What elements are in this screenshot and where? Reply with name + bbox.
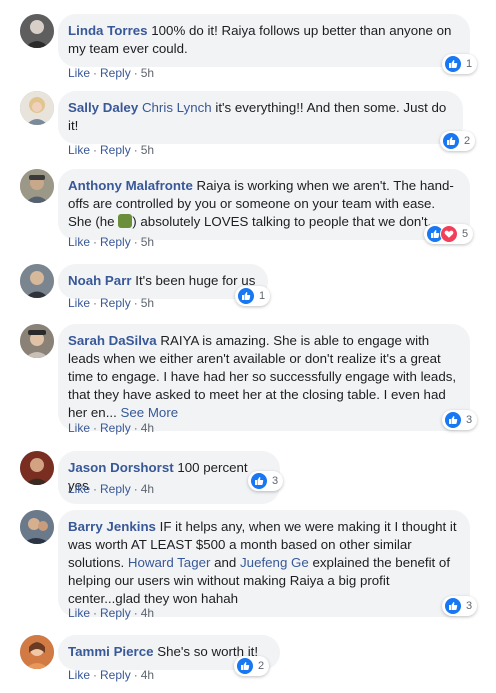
- reaction-summary[interactable]: 3: [442, 596, 478, 616]
- like-link[interactable]: Like: [68, 668, 90, 682]
- reaction-count: 1: [466, 58, 473, 70]
- reply-link[interactable]: Reply: [100, 482, 131, 496]
- avatar[interactable]: [20, 451, 54, 485]
- comment-bubble: Linda Torres 100% do it! Raiya follows u…: [58, 14, 470, 67]
- comment-actions: Like · Reply · 5h: [68, 235, 155, 249]
- like-link[interactable]: Like: [68, 606, 90, 620]
- reaction-count: 1: [259, 290, 266, 302]
- reply-link[interactable]: Reply: [100, 668, 131, 682]
- reaction-count: 5: [462, 228, 469, 240]
- avatar[interactable]: [20, 635, 54, 669]
- avatar[interactable]: [20, 324, 54, 358]
- see-more-link[interactable]: See More: [121, 405, 179, 420]
- tagged-user[interactable]: Juefeng Ge: [240, 555, 309, 570]
- like-link[interactable]: Like: [68, 296, 90, 310]
- avatar[interactable]: [20, 510, 54, 544]
- like-link[interactable]: Like: [68, 421, 90, 435]
- reply-link[interactable]: Reply: [100, 66, 131, 80]
- reply-link[interactable]: Reply: [100, 143, 131, 157]
- commenter-name[interactable]: Sarah DaSilva: [68, 333, 157, 348]
- tagged-user[interactable]: Howard Tager: [128, 555, 211, 570]
- timestamp[interactable]: 4h: [141, 482, 154, 496]
- thumbs-up-icon: [237, 287, 255, 305]
- avatar[interactable]: [20, 169, 54, 203]
- comment-actions: Like · Reply · 4h: [68, 606, 155, 620]
- comment-text-continued: ) absolutely LOVES talking to people tha…: [132, 214, 432, 229]
- thumbs-up-icon: [250, 472, 268, 490]
- comment-actions: Like · Reply · 4h: [68, 668, 155, 682]
- reply-link[interactable]: Reply: [100, 606, 131, 620]
- reaction-count: 2: [258, 660, 265, 672]
- like-link[interactable]: Like: [68, 143, 90, 157]
- comment-bubble: Sarah DaSilva RAIYA is amazing. She is a…: [58, 324, 470, 431]
- reply-link[interactable]: Reply: [100, 235, 131, 249]
- reaction-summary[interactable]: 1: [235, 286, 271, 306]
- comment-bubble: Anthony Malafronte Raiya is working when…: [58, 169, 470, 240]
- thumbs-up-icon: [444, 55, 462, 73]
- reaction-count: 3: [466, 600, 473, 612]
- conjunction-text: and: [214, 555, 237, 570]
- thumbs-up-icon: [236, 657, 254, 675]
- timestamp[interactable]: 5h: [141, 296, 154, 310]
- comment-text: It's been huge for us: [135, 273, 256, 288]
- reply-link[interactable]: Reply: [100, 296, 131, 310]
- timestamp[interactable]: 4h: [141, 421, 154, 435]
- reply-link[interactable]: Reply: [100, 421, 131, 435]
- person-emoji-icon: [118, 214, 133, 228]
- commenter-name[interactable]: Anthony Malafronte: [68, 178, 193, 193]
- comment-bubble: Sally Daley Chris Lynch it's everything!…: [58, 91, 463, 144]
- reaction-summary[interactable]: 2: [440, 131, 476, 151]
- like-link[interactable]: Like: [68, 482, 90, 496]
- timestamp[interactable]: 5h: [141, 66, 154, 80]
- reaction-summary[interactable]: 3: [442, 410, 478, 430]
- commenter-name[interactable]: Barry Jenkins: [68, 519, 156, 534]
- avatar[interactable]: [20, 91, 54, 125]
- like-link[interactable]: Like: [68, 66, 90, 80]
- reaction-summary[interactable]: 2: [234, 656, 270, 676]
- commenter-name[interactable]: Linda Torres: [68, 23, 148, 38]
- commenter-name[interactable]: Sally Daley: [68, 100, 138, 115]
- timestamp[interactable]: 4h: [141, 606, 154, 620]
- tagged-user[interactable]: Chris Lynch: [142, 100, 212, 115]
- heart-icon: [440, 225, 458, 243]
- comment-actions: Like · Reply · 4h: [68, 482, 155, 496]
- reaction-summary[interactable]: 1: [442, 54, 478, 74]
- reaction-summary[interactable]: 3: [248, 471, 284, 491]
- reaction-count: 2: [464, 135, 471, 147]
- comment-actions: Like · Reply · 5h: [68, 296, 155, 310]
- reaction-count: 3: [272, 475, 279, 487]
- timestamp[interactable]: 4h: [141, 668, 154, 682]
- reaction-summary[interactable]: 5: [424, 224, 474, 244]
- avatar[interactable]: [20, 14, 54, 48]
- comment-bubble: Jason Dorshorst 100 percent yes: [58, 451, 280, 504]
- reaction-count: 3: [466, 414, 473, 426]
- like-link[interactable]: Like: [68, 235, 90, 249]
- thumbs-up-icon: [444, 597, 462, 615]
- comment-actions: Like · Reply · 5h: [68, 143, 155, 157]
- comment-actions: Like · Reply · 4h: [68, 421, 155, 435]
- thumbs-up-icon: [444, 411, 462, 429]
- timestamp[interactable]: 5h: [141, 143, 154, 157]
- avatar[interactable]: [20, 264, 54, 298]
- commenter-name[interactable]: Noah Parr: [68, 273, 132, 288]
- timestamp[interactable]: 5h: [141, 235, 154, 249]
- thumbs-up-icon: [442, 132, 460, 150]
- comment-actions: Like · Reply · 5h: [68, 66, 155, 80]
- commenter-name[interactable]: Jason Dorshorst: [68, 460, 174, 475]
- commenter-name[interactable]: Tammi Pierce: [68, 644, 154, 659]
- comment-bubble: Barry Jenkins IF it helps any, when we w…: [58, 510, 470, 617]
